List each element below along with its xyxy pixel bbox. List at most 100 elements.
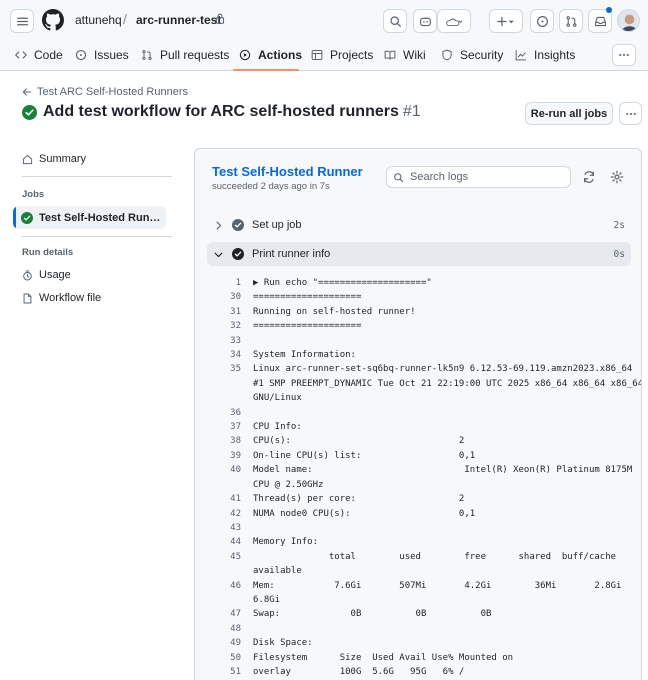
log-line: 43 [207,521,631,535]
nav-more-button[interactable] [612,44,636,66]
github-logo-icon[interactable] [42,9,64,31]
log-line-number[interactable]: 46 [207,579,241,593]
sidebar-item-summary[interactable]: Summary [22,153,86,165]
log-line: 1 ▶ Run echo "====================" [207,276,631,290]
chevron-down-icon [446,18,463,26]
global-header: attunehq / arc-runner-test [0,0,648,40]
pull-requests-button[interactable] [559,9,583,33]
workflow-back-link[interactable]: Test ARC Self-Hosted Runners [22,86,188,98]
tab-insights[interactable]: Insights [515,48,575,62]
log-line-text [241,521,253,535]
log-line: 38 CPU(s): 2 [207,434,631,448]
log-line: 50 Filesystem Size Used Avail Use% Mounte… [207,651,631,665]
repo-link[interactable]: arc-runner-test [136,13,221,27]
plus-icon [497,16,514,26]
log-line-text: overlay 100G 5.6G 95G 6% / [253,666,465,677]
log-line-number[interactable]: 45 [207,550,241,564]
log-line-number[interactable]: 1 [207,276,241,290]
log-line-number[interactable]: 47 [207,607,241,621]
log-line-number[interactable]: 48 [207,622,241,636]
search-logs-field[interactable] [386,166,571,188]
log-line-number[interactable]: 42 [207,507,241,521]
repo-nav: Code Issues Pull requests Actions Projec… [0,40,648,71]
owner-link[interactable]: attunehq [75,13,122,27]
tab-actions-label: Actions [258,48,303,62]
log-line-number [207,478,241,492]
tab-pull-requests[interactable]: Pull requests [141,48,229,62]
log-line-number[interactable]: 50 [207,651,241,665]
sidebar-item-workflow-file[interactable]: Workflow file [22,292,101,304]
log-line-number[interactable]: 35 [207,362,241,376]
avatar[interactable] [617,9,640,32]
log-line-number[interactable]: 51 [207,665,241,679]
sidebar-item-job[interactable]: Test Self-Hosted Runner [13,206,166,229]
sync-icon[interactable] [582,170,596,184]
log-line-number[interactable]: 43 [207,521,241,535]
log-line-number[interactable]: 39 [207,449,241,463]
log-line: 33 [207,334,631,348]
tab-issues[interactable]: Issues [75,48,129,62]
issue-opened-icon [536,15,548,27]
sidebar-item-usage[interactable]: Usage [22,269,71,281]
step-label: Print runner info [252,248,331,260]
path-separator: / [123,11,127,27]
log-line-number [207,593,241,607]
issues-button[interactable] [530,9,554,33]
tab-projects[interactable]: Projects [311,48,373,62]
log-line: 39 On-line CPU(s) list: 0,1 [207,449,631,463]
search-logs-input[interactable] [410,171,560,183]
sidebar-heading-jobs: Jobs [22,189,45,200]
tab-wiki[interactable]: Wiki [384,48,426,62]
log-line-text: NUMA node0 CPU(s): 0,1 [253,508,476,519]
menu-button[interactable] [10,9,34,33]
log-line-text: Swap: 0B 0B 0B [253,609,492,620]
create-new-button[interactable] [489,9,523,33]
log-line-number[interactable]: 38 [207,434,241,448]
job-title[interactable]: Test Self-Hosted Runner [212,164,363,179]
git-pull-request-icon [142,50,152,60]
log-line-text: Running on self-hosted runner! [253,306,416,317]
log-line: 51 overlay 100G 5.6G 95G 6% / [207,665,631,679]
tab-security-label: Security [460,48,504,62]
log-line-number[interactable]: 44 [207,535,241,549]
log-output: 1 ▶ Run echo "====================" 30 ====… [207,276,641,679]
copilot-button[interactable] [413,9,437,33]
tab-issues-label: Issues [94,48,129,62]
kebab-horizontal-icon [625,112,636,115]
log-line-text: Model name: Intel(R) Xeon(R) Platinum 81… [253,465,633,476]
search-button[interactable] [383,9,407,33]
log-line: 31 Running on self-hosted runner! [207,305,631,319]
step-row-set-up-job[interactable]: Set up job 2s [207,213,631,237]
git-pull-request-icon [566,15,576,27]
log-line-text [241,622,253,636]
log-line-number[interactable]: 30 [207,290,241,304]
tab-actions[interactable]: Actions [239,48,302,62]
gear-icon[interactable] [610,170,624,184]
step-row-print-runner-info[interactable]: Print runner info 0s [207,242,631,266]
log-line: 42 NUMA node0 CPU(s): 0,1 [207,507,631,521]
copilot-dropdown[interactable] [437,9,471,33]
graph-icon [515,50,526,61]
log-line-number[interactable]: 41 [207,492,241,506]
rerun-all-jobs-button[interactable]: Re-run all jobs [525,102,613,125]
step-label: Set up job [252,219,302,231]
log-line-number[interactable]: 40 [207,463,241,477]
log-line: available [207,564,631,578]
log-line-text: GNU/Linux [253,393,302,404]
tab-security[interactable]: Security [441,48,503,62]
check-circle-fill-icon [22,104,37,120]
log-line-number[interactable]: 37 [207,420,241,434]
tab-code[interactable]: Code [15,48,63,62]
log-line-text: On-line CPU(s) list: 0,1 [253,450,476,461]
log-line-number[interactable]: 31 [207,305,241,319]
issue-opened-icon [75,49,87,61]
log-line-number[interactable]: 32 [207,319,241,333]
run-more-button[interactable] [619,102,642,125]
log-line-text: Thread(s) per core: 2 [253,494,465,505]
log-line-number[interactable]: 36 [207,406,241,420]
stopwatch-icon [23,270,32,280]
log-line-number[interactable]: 33 [207,334,241,348]
log-line-number[interactable]: 34 [207,348,241,362]
log-line-number[interactable]: 49 [207,636,241,650]
log-line: #1 SMP PREEMPT_DYNAMIC Tue Oct 21 22:19:… [207,377,641,391]
